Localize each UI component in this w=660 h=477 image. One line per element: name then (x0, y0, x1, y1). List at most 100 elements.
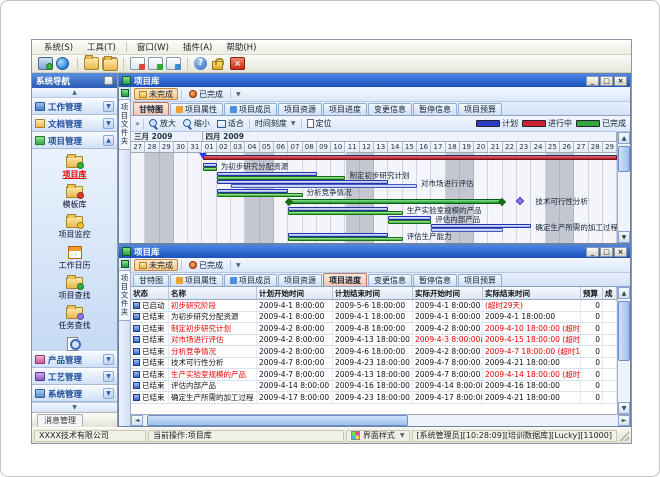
table-row[interactable]: 已启动初步研究阶段2009-4-1 8:00:002009-5-6 18:00:… (131, 300, 617, 312)
overflow-chevron-icon[interactable]: ▼ (236, 262, 241, 269)
fit-button[interactable]: 适合 (215, 118, 246, 129)
table-row[interactable]: 已结束对市场进行评估2009-4-2 8:00:002009-4-13 18:0… (131, 335, 617, 347)
menu-item-1[interactable]: 系统(S) (38, 40, 79, 54)
menu-item-4[interactable]: 插件(A) (177, 40, 218, 54)
column-header-实际结束时间[interactable]: 实际结束时间 (483, 287, 581, 299)
message-tab-label[interactable]: 消息管理 (37, 414, 83, 426)
zoom-in-button[interactable]: 放大 (147, 118, 178, 129)
report-green-button[interactable] (148, 57, 163, 70)
locate-button[interactable]: 定位 (305, 118, 334, 129)
resize-grip[interactable] (619, 431, 629, 441)
project-folders-collapsed-strip[interactable]: 项目文件夹 (119, 87, 131, 243)
column-header-实际开始时间[interactable]: 实际开始时间 (413, 287, 483, 299)
globe-button[interactable] (56, 57, 71, 70)
sidebar-item-2[interactable]: 模板库 (32, 182, 117, 211)
gantt-bar-done[interactable] (388, 220, 431, 224)
connect-button[interactable] (38, 57, 53, 70)
tab-暂停信息[interactable]: 暂停信息 (413, 274, 457, 286)
scroll-down-arrow[interactable]: ▼ (618, 402, 630, 414)
tab-甘特图[interactable]: 甘特图 (133, 274, 169, 286)
table-panel-titlebar[interactable]: 项目库 _ □ × (119, 245, 630, 258)
tab-变更信息[interactable]: 变更信息 (368, 274, 412, 286)
folder-save-button[interactable] (102, 57, 117, 70)
chevron-down-icon[interactable]: ▼ (103, 354, 114, 365)
pin-icon[interactable] (104, 76, 113, 85)
filter-uncompleted-button[interactable]: 未完成 (134, 88, 178, 100)
sidebar-item-6[interactable]: 任务查找 (32, 303, 117, 332)
scrollbar-thumb[interactable] (618, 301, 630, 361)
sidebar-group-5[interactable]: 工艺管理▼ (32, 368, 117, 385)
scroll-up-arrow[interactable]: ▲ (618, 287, 630, 299)
tab-项目预算[interactable]: 项目预算 (458, 274, 502, 286)
overflow-chevron-icon[interactable]: ▼ (236, 91, 241, 98)
table-row[interactable]: 已结束评估内部产品2009-4-14 8:00:002009-4-16 18:0… (131, 381, 617, 393)
gantt-bar-done[interactable] (203, 167, 217, 171)
menu-item-3[interactable]: 窗口(W) (131, 40, 175, 54)
scrollbar-thumb[interactable] (618, 146, 630, 172)
table-row[interactable]: 已结束为初步研究分配资源2009-4-1 8:00:002009-4-1 18:… (131, 312, 617, 324)
tab-项目进度[interactable]: 项目进度 (323, 273, 367, 286)
tab-甘特图[interactable]: 甘特图 (133, 102, 169, 115)
message-management-tab[interactable]: 消息管理 (32, 412, 117, 427)
tab-项目预算[interactable]: 项目预算 (458, 103, 502, 115)
gantt-bar-plan[interactable] (217, 172, 317, 176)
column-header-成[interactable]: 成 (603, 287, 617, 299)
gantt-bar-inprogress[interactable] (203, 155, 618, 160)
gantt-vertical-scrollbar[interactable]: ▲ ▼ (617, 132, 630, 243)
gantt-body[interactable]: 为初步研究分配资源制定初步研究计划对市场进行评估分析竞争情况技术可行性分析生产实… (131, 153, 617, 243)
minimize-button[interactable]: _ (586, 76, 599, 86)
lock-button[interactable] (212, 57, 227, 70)
scroll-down-arrow[interactable]: ▼ (618, 231, 630, 243)
gantt-bar-plan[interactable] (388, 216, 431, 220)
sidebar-group-3[interactable]: 项目管理▲ (32, 132, 117, 149)
column-header-计划开始时间[interactable]: 计划开始时间 (257, 287, 333, 299)
sidebar-item-7[interactable]: 项目文档查找 (32, 333, 117, 351)
report-red-button[interactable] (130, 57, 145, 70)
gantt-bar-summary[interactable] (288, 199, 503, 204)
tab-项目属性[interactable]: 项目属性 (170, 274, 223, 286)
restore-button[interactable]: □ (600, 76, 613, 86)
table-row[interactable]: 已结束分析竞争情况2009-4-2 8:00:002009-4-6 18:00:… (131, 346, 617, 358)
ui-style-dropdown[interactable]: 界面样式 ▼ (346, 430, 410, 442)
timescale-dropdown[interactable]: 时间刻度▼ (253, 118, 298, 129)
tab-暂停信息[interactable]: 暂停信息 (413, 103, 457, 115)
table-row[interactable]: 已结束技术可行性分析2009-4-7 8:00:002009-4-23 18:0… (131, 358, 617, 370)
tab-项目资源[interactable]: 项目资源 (278, 103, 322, 115)
menu-item-2[interactable]: 工具(T) (81, 40, 122, 54)
table-row[interactable]: 已结束制定初步研究计划2009-4-2 8:00:002009-4-8 18:0… (131, 323, 617, 335)
table-row[interactable]: 已结束生产实验室规模的产品2009-4-7 8:00:002009-4-13 1… (131, 369, 617, 381)
project-folders-collapsed-strip[interactable]: 项目文件夹 (119, 258, 131, 426)
sidebar-group-6[interactable]: 系统管理▼ (32, 385, 117, 402)
column-header-计划结束时间[interactable]: 计划结束时间 (333, 287, 413, 299)
sidebar-item-3[interactable]: 项目监控 (32, 212, 117, 241)
restore-button[interactable]: □ (600, 247, 613, 257)
menu-item-5[interactable]: 帮助(H) (220, 40, 262, 54)
gantt-bar-done[interactable] (288, 237, 402, 241)
gantt-bar-done[interactable] (217, 176, 346, 180)
sidebar-scroll-up[interactable]: ▲ (32, 88, 117, 98)
report-blue-button[interactable] (166, 57, 181, 70)
chevron-down-icon[interactable]: ▼ (103, 388, 114, 399)
scroll-left-arrow[interactable]: ◄ (131, 415, 143, 426)
gantt-bar-done[interactable] (288, 211, 402, 215)
column-header-状态[interactable]: 状态 (131, 287, 169, 299)
tab-项目属性[interactable]: 项目属性 (170, 103, 223, 115)
filter-completed-button[interactable]: 已完成 (185, 259, 227, 271)
project-folders-tab[interactable]: 项目文件夹 (118, 270, 131, 321)
minimize-button[interactable]: _ (586, 247, 599, 257)
chevron-down-icon[interactable]: ▼ (103, 118, 114, 129)
table-horizontal-scrollbar[interactable]: ◄ ► (131, 414, 630, 426)
table-vertical-scrollbar[interactable]: ▲ ▼ (617, 287, 630, 414)
gantt-chart[interactable]: 三月 2009四月 200927282930310102030405060708… (131, 132, 617, 243)
tab-项目资源[interactable]: 项目资源 (278, 274, 322, 286)
sidebar-group-1[interactable]: 工作管理▼ (32, 98, 117, 115)
column-header-名称[interactable]: 名称 (169, 287, 257, 299)
sidebar-group-2[interactable]: 文档管理▼ (32, 115, 117, 132)
sidebar-item-5[interactable]: 项目查找 (32, 273, 117, 302)
scroll-up-arrow[interactable]: ▲ (618, 132, 630, 144)
column-header-预算[interactable]: 预算 (581, 287, 603, 299)
scrollbar-thumb[interactable] (147, 415, 408, 426)
tab-项目进度[interactable]: 项目进度 (323, 103, 367, 115)
gantt-panel-titlebar[interactable]: 项目库 _ □ × (119, 74, 630, 87)
tab-项目成员[interactable]: 项目成员 (224, 274, 277, 286)
